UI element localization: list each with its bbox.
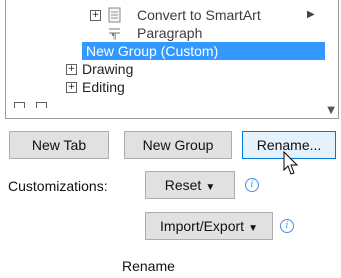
tree-item-paragraph[interactable]: ¶ Paragraph xyxy=(6,24,306,42)
tree-item-new-group-custom[interactable]: New Group (Custom) xyxy=(82,42,325,60)
expand-plus-icon[interactable]: + xyxy=(66,82,77,93)
tree-item-drawing[interactable]: + Drawing xyxy=(6,60,306,78)
scroll-down-icon[interactable]: ▼ xyxy=(327,105,335,116)
tree-item-label: Drawing xyxy=(82,61,134,77)
new-group-button[interactable]: New Group xyxy=(124,131,232,159)
document-icon xyxy=(108,7,121,23)
expand-plus-icon[interactable] xyxy=(36,102,47,108)
tree-item-label: Editing xyxy=(82,79,125,95)
new-tab-button[interactable]: New Tab xyxy=(9,131,109,159)
import-export-button-label: Import/Export xyxy=(160,218,245,234)
expand-plus-icon[interactable] xyxy=(14,102,25,108)
info-icon[interactable]: i xyxy=(280,219,294,233)
svg-text:¶: ¶ xyxy=(111,32,117,40)
customize-ribbon-tree[interactable]: + Convert to SmartArt ▶ ¶ Paragraph New … xyxy=(5,0,339,119)
tree-item-partial[interactable] xyxy=(6,98,306,108)
paragraph-icon: ¶ xyxy=(109,28,120,40)
reset-button-label: Reset xyxy=(164,177,202,193)
tree-item-label: Convert to SmartArt xyxy=(137,7,261,23)
tree-item-convert-to-smartart[interactable]: + Convert to SmartArt ▶ xyxy=(6,6,315,24)
tree-item-editing[interactable]: + Editing xyxy=(6,78,306,96)
tree-item-label: New Group (Custom) xyxy=(86,43,219,59)
info-icon[interactable]: i xyxy=(245,178,259,192)
import-export-button[interactable]: Import/Export ▼ xyxy=(145,212,273,240)
dropdown-caret-icon: ▼ xyxy=(205,182,216,193)
customizations-label: Customizations: xyxy=(8,178,108,194)
rename-tooltip: Rename xyxy=(122,258,175,274)
mouse-cursor-icon xyxy=(283,151,299,175)
dropdown-caret-icon: ▼ xyxy=(248,223,258,234)
submenu-arrow-icon: ▶ xyxy=(307,9,315,20)
expand-plus-icon[interactable]: + xyxy=(66,64,77,75)
reset-button[interactable]: Reset ▼ xyxy=(145,171,235,199)
expand-plus-icon[interactable]: + xyxy=(90,10,101,21)
tree-item-label: Paragraph xyxy=(137,25,203,41)
